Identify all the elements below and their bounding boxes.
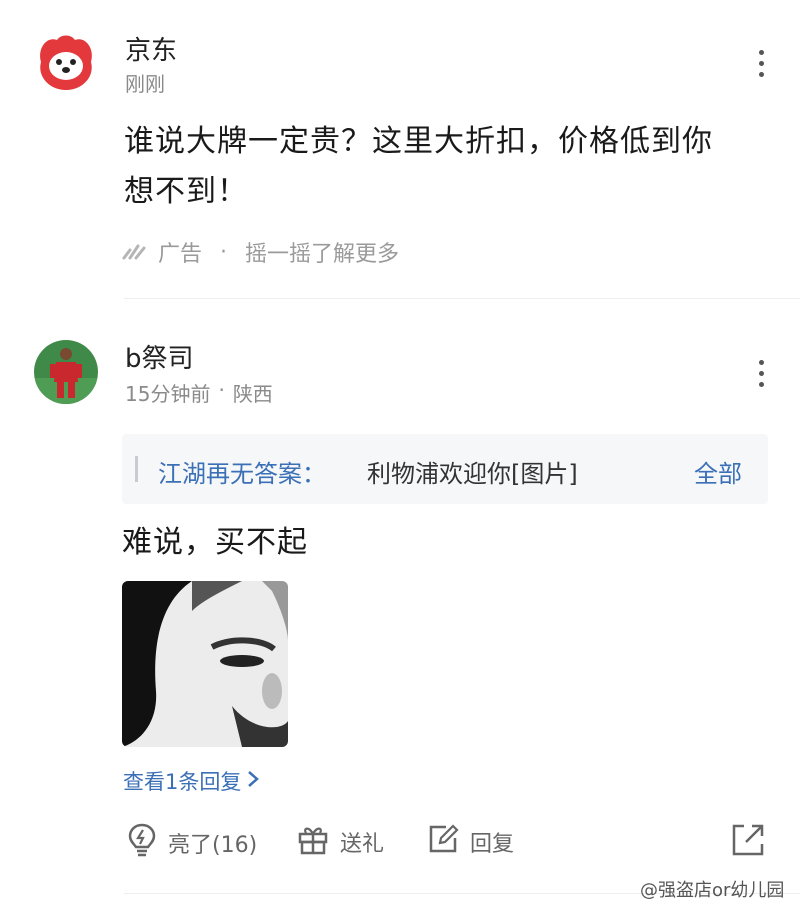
quoted-reply-box[interactable]: 江湖再无答案： 利物浦欢迎你[图片] 全部 — [122, 434, 768, 504]
like-button[interactable]: 亮了(16) — [126, 822, 257, 864]
comment-location: 陕西 — [232, 382, 273, 406]
comment-meta-separator: · — [218, 378, 225, 402]
comment-text: 难说，买不起 — [122, 525, 308, 560]
view-replies-label: 查看1条回复 — [123, 770, 242, 794]
quote-bar — [135, 456, 138, 482]
ad-text-line-1: 谁说大牌一定贵？这里大折扣，价格低到你 — [124, 124, 713, 159]
ad-author-name[interactable]: 京东 — [125, 30, 177, 67]
share-icon — [730, 824, 766, 862]
gift-label: 送礼 — [340, 832, 385, 857]
comment-time: 15分钟前 — [125, 382, 211, 406]
ad-post-time: 刚刚 — [125, 72, 165, 96]
gift-button[interactable]: 送礼 — [296, 822, 384, 862]
quote-text: 利物浦欢迎你[图片] — [367, 460, 578, 488]
comment-more-icon[interactable] — [759, 360, 767, 393]
ad-info-row: 广告 · 摇一摇了解更多 — [122, 236, 399, 268]
ad-separator: · — [220, 239, 228, 265]
edit-reply-icon — [426, 822, 460, 862]
commenter-avatar[interactable] — [34, 340, 98, 404]
reply-button[interactable]: 回复 — [426, 822, 514, 862]
like-count-label: 亮了(16) — [168, 833, 258, 858]
jd-avatar[interactable] — [33, 28, 99, 94]
reply-label: 回复 — [470, 832, 515, 857]
ad-post-text: 谁说大牌一定贵？这里大折扣，价格低到你 想不到！ — [124, 117, 784, 217]
ad-label: 广告 — [158, 242, 203, 267]
ad-more-icon[interactable] — [759, 50, 767, 83]
ad-shake-action[interactable]: 摇一摇了解更多 — [245, 236, 399, 268]
comment-meta: 15分钟前 · 陕西 — [125, 378, 273, 407]
lightbulb-icon — [126, 822, 158, 864]
share-button[interactable] — [730, 822, 766, 862]
commenter-name[interactable]: b祭司 — [125, 338, 194, 375]
ad-signal-icon — [122, 242, 148, 262]
meme-face-image — [122, 581, 288, 747]
jd-dog-logo-icon — [33, 28, 99, 94]
comment-image[interactable] — [122, 581, 288, 747]
quote-view-all-link[interactable]: 全部 — [694, 454, 742, 489]
chevron-right-icon — [247, 769, 260, 793]
post-divider — [124, 298, 800, 299]
football-player-avatar-icon — [34, 340, 98, 404]
view-replies-link[interactable]: 查看1条回复 — [123, 766, 260, 796]
ad-text-line-2: 想不到！ — [124, 174, 248, 209]
quote-username[interactable]: 江湖再无答案： — [158, 454, 326, 489]
watermark-text: @强盗店or幼儿园 — [640, 880, 785, 901]
gift-icon — [296, 822, 330, 862]
